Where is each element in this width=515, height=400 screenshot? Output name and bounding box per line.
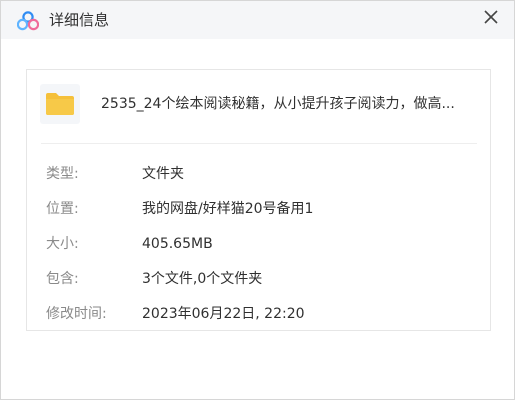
detail-label: 修改时间: <box>46 306 107 322</box>
title-bar: 详细信息 <box>1 1 514 39</box>
folder-icon <box>46 93 74 115</box>
divider <box>41 143 477 144</box>
detail-label: 大小: <box>46 236 79 252</box>
detail-value: 文件夹 <box>142 166 184 182</box>
detail-value: 3个文件,0个文件夹 <box>142 271 263 287</box>
detail-row-size: 大小: 405.65MB <box>27 232 490 256</box>
baidu-netdisk-logo <box>17 11 39 31</box>
detail-row-location: 位置: 我的网盘/好样猫20号备用1 <box>27 197 490 221</box>
details-panel: 2535_24个绘本阅读秘籍，从小提升孩子阅读力，做高... 类型: 文件夹 位… <box>26 69 491 331</box>
close-icon[interactable] <box>480 6 502 28</box>
detail-label: 包含: <box>46 271 79 287</box>
folder-thumbnail <box>40 84 80 124</box>
detail-label: 位置: <box>46 201 79 217</box>
detail-value: 2023年06月22日, 22:20 <box>142 306 305 322</box>
detail-row-type: 类型: 文件夹 <box>27 162 490 186</box>
detail-value: 405.65MB <box>142 236 213 252</box>
file-header: 2535_24个绘本阅读秘籍，从小提升孩子阅读力，做高... <box>27 70 490 142</box>
details-dialog: 详细信息 2535_24个绘本阅读秘籍，从小提升孩子阅读力，做高... 类型: … <box>0 0 515 400</box>
detail-label: 类型: <box>46 166 79 182</box>
file-name: 2535_24个绘本阅读秘籍，从小提升孩子阅读力，做高... <box>101 96 455 112</box>
detail-value: 我的网盘/好样猫20号备用1 <box>142 201 314 217</box>
detail-row-modified: 修改时间: 2023年06月22日, 22:20 <box>27 302 490 326</box>
dialog-title: 详细信息 <box>49 11 110 29</box>
detail-row-contains: 包含: 3个文件,0个文件夹 <box>27 267 490 291</box>
